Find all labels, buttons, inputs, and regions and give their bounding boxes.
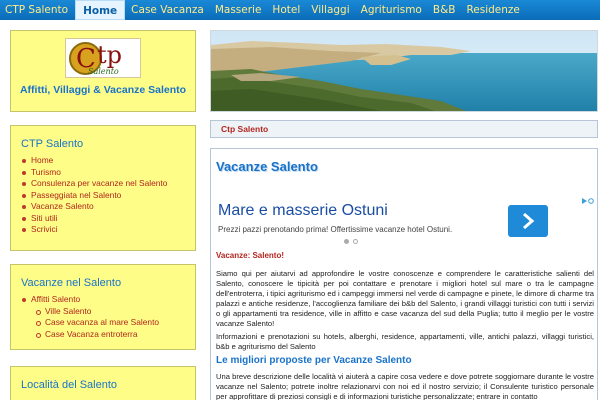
logo-sub: Salento — [88, 67, 119, 76]
sidebar-link-ville[interactable]: Ville Salento — [35, 306, 185, 318]
sidebar-link-consulenza[interactable]: Consulenza per vacanze nel Salento — [21, 178, 185, 190]
sidebar-box-title: Vacanze nel Salento — [21, 277, 122, 289]
nav-item-masserie[interactable]: Masserie — [210, 0, 267, 20]
logo-word: tp — [97, 41, 123, 69]
nav-brand[interactable]: CTP Salento — [0, 0, 75, 20]
paragraph: Una breve descrizione delle località vi … — [216, 372, 594, 400]
nav-item-case-vacanza[interactable]: Case Vacanza — [126, 0, 209, 20]
paragraph: Siamo qui per aiutarvi ad approfondire l… — [216, 269, 594, 328]
site-logo[interactable]: C tp Salento — [65, 38, 141, 78]
sidebar-link-case-entroterra[interactable]: Case Vacanza entroterra — [35, 329, 185, 341]
ad-banner[interactable]: Mare e masserie Ostuni Prezzi pazzi pren… — [216, 191, 594, 243]
nav-item-home[interactable]: Home — [75, 0, 126, 20]
lead-text: Vacanze: Salento! — [216, 251, 285, 260]
breadcrumb[interactable]: Ctp Salento — [210, 120, 598, 138]
nav-item-residenze[interactable]: Residenze — [461, 0, 524, 20]
paragraph: Informazioni e prenotazioni su hotels, a… — [216, 332, 594, 351]
top-nav: CTP Salento Home Case Vacanza Masserie H… — [0, 0, 600, 20]
sidebar-link-affitti[interactable]: Affitti Salento — [21, 294, 185, 306]
section-heading: Le migliori proposte per Vacanze Salento — [216, 355, 412, 366]
ad-dot[interactable] — [353, 239, 358, 244]
sidebar-link-vacanze[interactable]: Vacanze Salento — [21, 201, 185, 213]
sidebar-link-case-mare[interactable]: Case vacanza al mare Salento — [35, 317, 185, 329]
main-content: Vacanze Salento Mare e masserie Ostuni P… — [210, 148, 598, 400]
ad-text: Prezzi pazzi prenotando prima! Offertiss… — [218, 225, 453, 234]
hero-image — [210, 30, 598, 112]
logo-box: C tp Salento Affitti, Villaggi & Vacanze… — [10, 30, 196, 112]
nav-item-bb[interactable]: B&B — [428, 0, 461, 20]
ad-pagination — [344, 239, 358, 244]
sidebar-menu: Home Turismo Consulenza per vacanze nel … — [21, 155, 185, 236]
sidebar-box-title: Località del Salento — [21, 379, 118, 391]
sidebar-link-turismo[interactable]: Turismo — [21, 167, 185, 179]
site-tagline: Affitti, Villaggi & Vacanze Salento — [19, 84, 187, 96]
sidebar-link-siti-utili[interactable]: Siti utili — [21, 213, 185, 225]
nav-item-villaggi[interactable]: Villaggi — [306, 0, 354, 20]
sidebar-box-title: CTP Salento — [21, 138, 84, 150]
sidebar-box-localita: Località del Salento — [10, 366, 196, 400]
ad-choices-icon[interactable] — [581, 197, 594, 205]
chevron-right-icon — [523, 212, 535, 230]
sidebar-link-home[interactable]: Home — [21, 155, 185, 167]
sidebar-link-scrivici[interactable]: Scrivici — [21, 224, 185, 236]
sidebar-menu: Affitti Salento Ville Salento Case vacan… — [21, 294, 185, 340]
sidebar-link-passeggiata[interactable]: Passeggiata nel Salento — [21, 190, 185, 202]
sidebar-box-ctp: CTP Salento Home Turismo Consulenza per … — [10, 125, 196, 251]
article-text: Vacanze: Salento! Siamo qui per aiutarvi… — [216, 251, 594, 400]
sidebar-box-vacanze: Vacanze nel Salento Affitti Salento Vill… — [10, 264, 196, 350]
ad-arrow-button[interactable] — [508, 205, 548, 237]
ad-headline[interactable]: Mare e masserie Ostuni — [218, 202, 388, 220]
nav-item-hotel[interactable]: Hotel — [267, 0, 305, 20]
page-title: Vacanze Salento — [216, 159, 318, 174]
nav-item-agriturismo[interactable]: Agriturismo — [356, 0, 427, 20]
ad-dot[interactable] — [344, 239, 349, 244]
